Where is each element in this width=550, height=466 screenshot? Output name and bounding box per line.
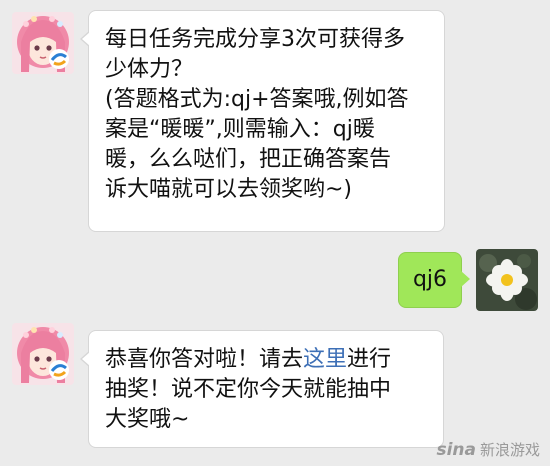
sina-games-watermark: sina 新浪游戏 bbox=[436, 439, 540, 460]
sina-logo: sina bbox=[436, 440, 476, 460]
message-line: 大奖哦~ bbox=[105, 407, 190, 432]
bot-message-bubble-1[interactable]: 每日任务完成分享3次可获得多 少体力？ (答题格式为:qj+答案哦,例如答 案是… bbox=[80, 10, 445, 232]
user-avatar[interactable] bbox=[476, 249, 538, 311]
lottery-link[interactable]: 这里 bbox=[303, 347, 347, 372]
user-message-text: qj6 bbox=[412, 267, 448, 292]
message-line: 少体力？ bbox=[105, 57, 194, 82]
message-text: 进行 bbox=[347, 347, 392, 372]
tencent-game-badge-icon bbox=[49, 49, 69, 69]
user-message-bubble[interactable]: qj6 bbox=[398, 252, 470, 308]
message-line: 诉大喵就可以去领奖哟~) bbox=[105, 177, 353, 202]
bot-message-bubble-2[interactable]: 恭喜你答对啦！请去这里进行 抽奖！说不定你今天就能抽中 大奖哦~ bbox=[80, 330, 444, 448]
white-flower-avatar-icon bbox=[476, 249, 538, 311]
bot-avatar[interactable] bbox=[12, 323, 74, 385]
bot-avatar[interactable] bbox=[12, 12, 74, 74]
message-text: 恭喜你答对啦！请去 bbox=[105, 347, 304, 372]
message-line: 抽奖！说不定你今天就能抽中 bbox=[105, 377, 392, 402]
message-line: 案是“暖暖”,则需输入：qj暖 bbox=[105, 117, 375, 142]
message-line: 每日任务完成分享3次可获得多 bbox=[105, 27, 405, 52]
watermark-text: 新浪游戏 bbox=[479, 441, 540, 459]
tencent-game-badge-icon bbox=[49, 360, 69, 380]
message-line: 暖，么么哒们，把正确答案告 bbox=[105, 147, 392, 172]
message-line: (答题格式为:qj+答案哦,例如答 bbox=[105, 87, 409, 112]
message-line: 恭喜你答对啦！请去这里进行 bbox=[105, 345, 429, 375]
